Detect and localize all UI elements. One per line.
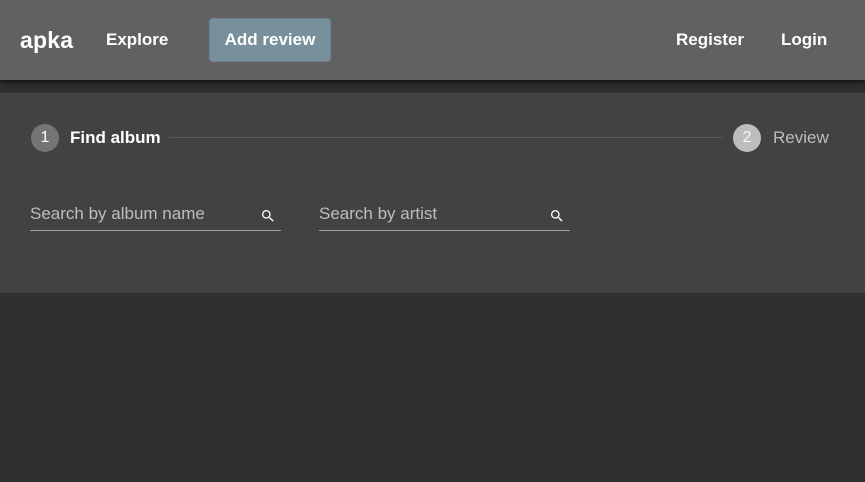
login-button[interactable]: Login bbox=[771, 18, 837, 62]
explore-button[interactable]: Explore bbox=[96, 18, 178, 62]
artist-search-input[interactable] bbox=[319, 201, 539, 227]
app-bar: apka Explore Add review Register Login bbox=[0, 0, 865, 80]
stepper-connector bbox=[169, 137, 723, 138]
search-icon[interactable] bbox=[260, 208, 276, 224]
search-icon[interactable] bbox=[549, 208, 565, 224]
brand-logo[interactable]: apka bbox=[20, 26, 73, 54]
add-review-panel: 1 Find album 2 Review bbox=[0, 93, 865, 293]
register-button[interactable]: Register bbox=[666, 18, 754, 62]
step-label: Find album bbox=[70, 128, 161, 147]
album-search-field bbox=[30, 197, 281, 231]
step-number-badge: 1 bbox=[31, 124, 59, 152]
album-search-input[interactable] bbox=[30, 201, 250, 227]
step-label: Review bbox=[773, 128, 829, 147]
step-number-badge: 2 bbox=[733, 124, 761, 152]
add-review-button[interactable]: Add review bbox=[209, 18, 331, 62]
artist-search-field bbox=[319, 197, 570, 231]
